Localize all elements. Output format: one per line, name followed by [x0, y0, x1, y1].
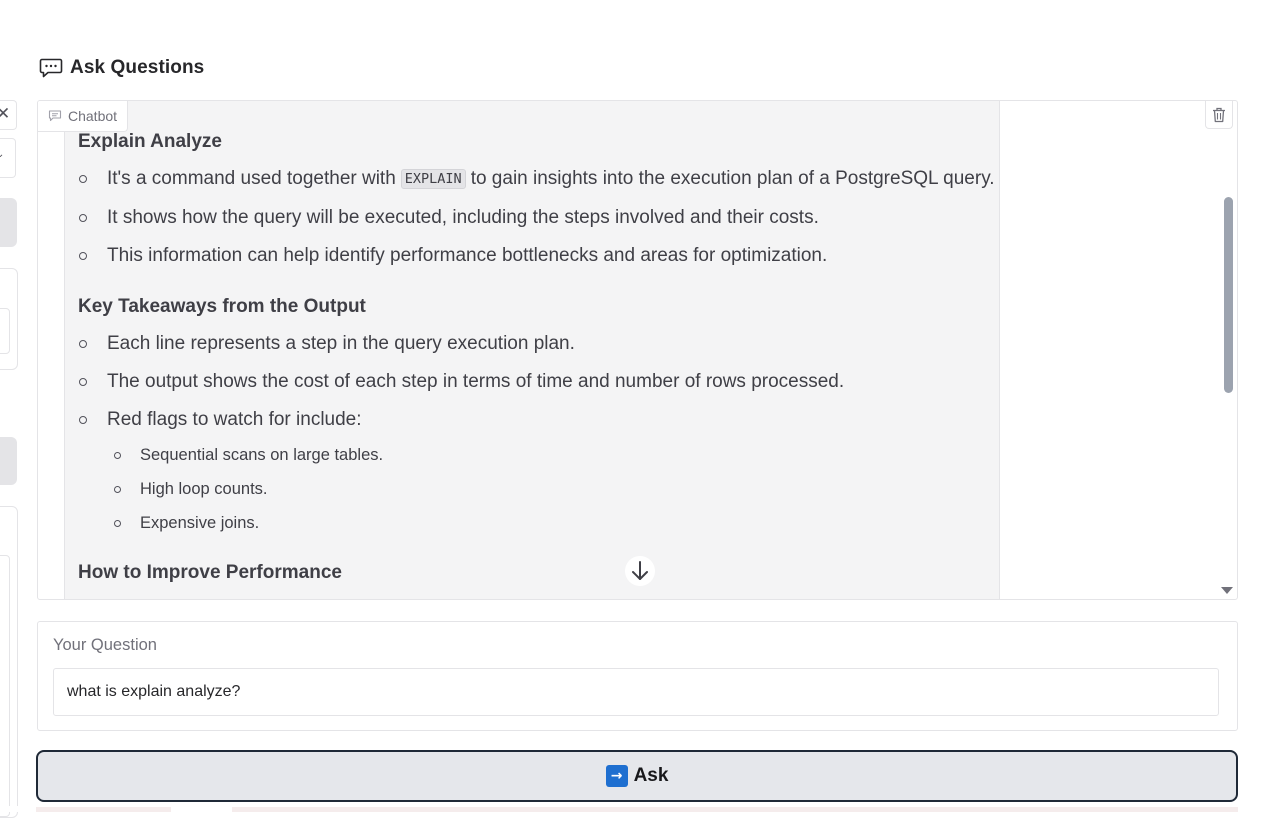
chatbot-label-text: Chatbot — [68, 108, 118, 124]
sidebar-dropdown[interactable]: ⌄ — [0, 138, 16, 178]
list-item: This information can help identify perfo… — [78, 245, 827, 267]
chatbot-panel: Chatbot Explain Analyze It's a command u… — [37, 100, 1238, 600]
bullet-icon — [114, 520, 121, 527]
bullet-icon — [79, 378, 87, 386]
sidebar-close-button[interactable]: ✕ — [0, 100, 17, 130]
sidebar-input[interactable] — [0, 308, 10, 354]
arrow-down-icon — [632, 561, 648, 580]
sidebar-input[interactable] — [0, 555, 10, 817]
chatbot-label: Chatbot — [38, 101, 129, 132]
inline-code: EXPLAIN — [400, 169, 466, 189]
ask-button[interactable]: → Ask — [36, 750, 1238, 802]
sub-list-item: Expensive joins. — [113, 514, 259, 533]
bullet-icon — [79, 175, 87, 183]
chat-bubble-icon — [39, 58, 63, 78]
bullet-icon — [114, 486, 121, 493]
sidebar-button[interactable] — [0, 198, 17, 247]
ask-button-label: Ask — [633, 765, 669, 786]
section-title: Ask Questions — [70, 57, 205, 78]
question-input[interactable] — [53, 668, 1219, 716]
list-item: It's a command used together with EXPLAI… — [78, 168, 995, 190]
trash-icon — [1213, 107, 1225, 122]
message-heading: How to Improve Performance — [78, 562, 342, 583]
arrow-right-icon: → — [605, 765, 628, 787]
list-item: Red flags to watch for include: — [78, 409, 362, 431]
bullet-icon — [79, 416, 87, 424]
bullet-icon — [79, 252, 87, 260]
question-field: Your Question — [37, 621, 1238, 731]
chevron-down-icon: ⌄ — [0, 149, 5, 160]
sub-list-item: High loop counts. — [113, 480, 268, 499]
close-icon: ✕ — [0, 104, 11, 124]
clear-chat-button[interactable] — [1205, 101, 1233, 129]
sub-list-item: Sequential scans on large tables. — [113, 446, 383, 465]
bullet-icon — [114, 452, 121, 459]
scrollbar-down-arrow[interactable] — [1221, 587, 1233, 594]
message-heading: Explain Analyze — [78, 131, 222, 152]
footer-strip — [0, 806, 1277, 812]
bot-message: Explain Analyze It's a command used toge… — [64, 101, 1000, 599]
message-heading: Key Takeaways from the Output — [78, 296, 366, 317]
scroll-to-bottom-button[interactable] — [625, 556, 655, 586]
list-item: It shows how the query will be executed,… — [78, 207, 819, 229]
question-label: Your Question — [53, 636, 157, 654]
list-item: The output shows the cost of each step i… — [78, 371, 844, 393]
section-header: Ask Questions — [39, 56, 204, 80]
bullet-icon — [79, 214, 87, 222]
scrollbar-thumb[interactable] — [1224, 197, 1233, 393]
chat-icon — [48, 110, 62, 122]
sidebar-button[interactable] — [0, 437, 17, 485]
list-item: Each line represents a step in the query… — [78, 333, 575, 355]
bullet-icon — [79, 340, 87, 348]
